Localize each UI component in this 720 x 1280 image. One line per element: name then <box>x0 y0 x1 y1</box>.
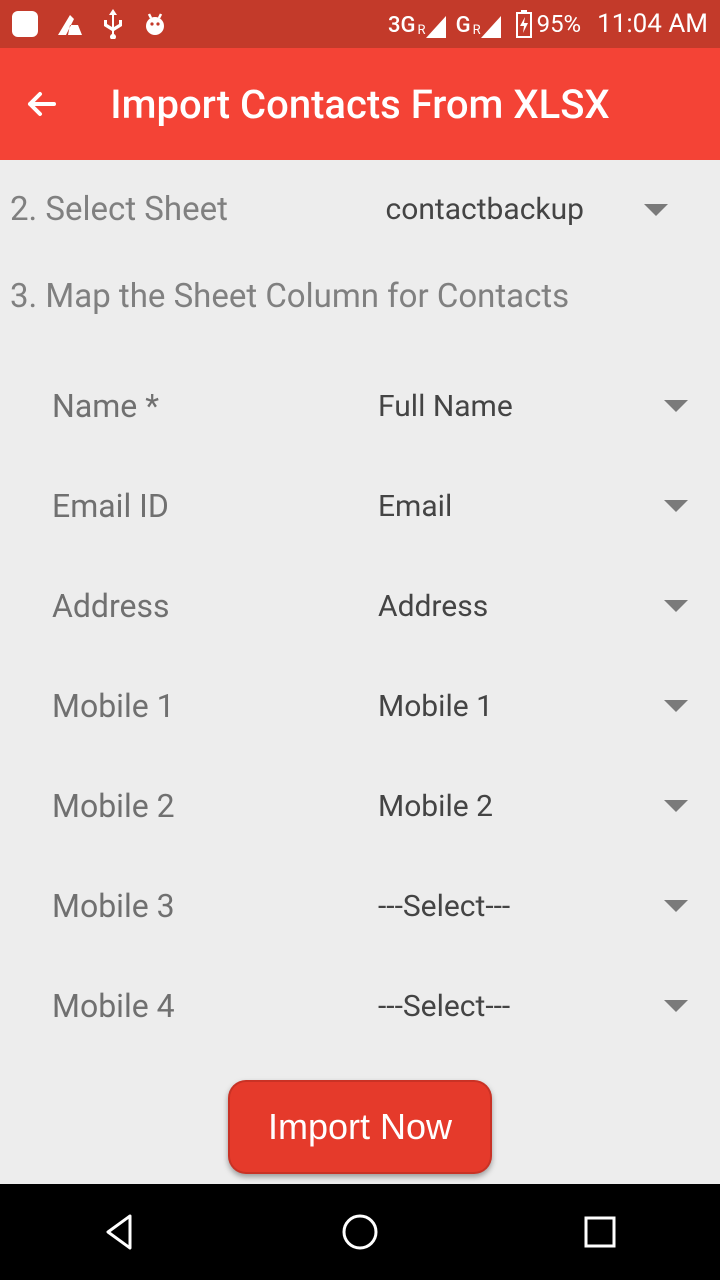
map-value-mobile4: ---Select--- <box>378 989 664 1024</box>
map-row-mobile4: Mobile 4 ---Select--- <box>10 956 710 1056</box>
debug-icon <box>142 10 168 38</box>
map-value-mobile3: ---Select--- <box>378 889 664 924</box>
status-left-icons <box>12 9 168 39</box>
battery-charging-icon <box>515 10 533 38</box>
battery: 95% <box>515 10 582 38</box>
map-label-email: Email ID <box>52 487 378 525</box>
signal-2: GR <box>456 10 501 38</box>
map-value-mobile1: Mobile 1 <box>378 689 664 724</box>
select-sheet-label: 2. Select Sheet <box>10 190 228 229</box>
map-value-name: Full Name <box>378 389 664 424</box>
signal-2-label: G <box>456 13 471 38</box>
nav-recent-button[interactable] <box>576 1208 624 1256</box>
map-select-mobile1[interactable]: Mobile 1 <box>378 689 710 724</box>
chevron-down-icon <box>664 400 688 412</box>
map-value-address: Address <box>378 589 664 624</box>
chevron-down-icon <box>664 700 688 712</box>
select-sheet-value: contactbackup <box>386 192 585 227</box>
map-row-address: Address Address <box>10 556 710 656</box>
triangle-back-icon <box>96 1208 144 1256</box>
page-title: Import Contacts From XLSX <box>20 81 700 128</box>
map-value-email: Email <box>378 489 664 524</box>
map-select-address[interactable]: Address <box>378 589 710 624</box>
map-label-mobile3: Mobile 3 <box>52 887 378 925</box>
signal-1-icon <box>426 16 446 38</box>
map-label-address: Address <box>52 587 378 625</box>
map-select-mobile2[interactable]: Mobile 2 <box>378 789 710 824</box>
signal-1-sup: R <box>418 23 426 38</box>
nav-back-button[interactable] <box>96 1208 144 1256</box>
status-right: 3GR GR 95% 11:04 AM <box>388 9 708 39</box>
signal-1: 3GR <box>388 10 446 38</box>
map-label-mobile1: Mobile 1 <box>52 687 378 725</box>
map-columns-heading: 3. Map the Sheet Column for Contacts <box>10 259 710 356</box>
chevron-down-icon <box>664 600 688 612</box>
status-time: 11:04 AM <box>597 9 708 39</box>
map-value-mobile2: Mobile 2 <box>378 789 664 824</box>
chevron-down-icon <box>664 500 688 512</box>
map-row-mobile1: Mobile 1 Mobile 1 <box>10 656 710 756</box>
select-sheet-row: 2. Select Sheet contactbackup <box>10 160 710 259</box>
map-row-email: Email ID Email <box>10 456 710 556</box>
system-nav-bar <box>0 1184 720 1280</box>
map-select-mobile3[interactable]: ---Select--- <box>378 889 710 924</box>
app-bar: Import Contacts From XLSX <box>0 48 720 160</box>
usb-icon <box>102 9 124 39</box>
map-row-name: Name * Full Name <box>10 356 710 456</box>
import-button-wrap: Import Now <box>10 1056 710 1192</box>
nav-home-button[interactable] <box>336 1208 384 1256</box>
content: 2. Select Sheet contactbackup 3. Map the… <box>0 160 720 1192</box>
app-indicator-icon <box>12 11 38 37</box>
chevron-down-icon <box>644 204 668 216</box>
battery-percent: 95% <box>537 10 582 38</box>
import-now-button[interactable]: Import Now <box>228 1080 492 1174</box>
map-label-mobile2: Mobile 2 <box>52 787 378 825</box>
map-row-mobile3: Mobile 3 ---Select--- <box>10 856 710 956</box>
map-select-email[interactable]: Email <box>378 489 710 524</box>
chevron-down-icon <box>664 800 688 812</box>
chevron-down-icon <box>664 900 688 912</box>
select-sheet-dropdown[interactable]: contactbackup <box>386 192 711 227</box>
signal-2-icon <box>481 16 501 38</box>
circle-home-icon <box>336 1208 384 1256</box>
map-label-name: Name * <box>52 387 378 425</box>
signal-2-sup: R <box>473 23 481 38</box>
map-row-mobile2: Mobile 2 Mobile 2 <box>10 756 710 856</box>
chevron-down-icon <box>664 1000 688 1012</box>
map-select-name[interactable]: Full Name <box>378 389 710 424</box>
signal-1-label: 3G <box>388 13 416 38</box>
status-bar: 3GR GR 95% 11:04 AM <box>0 0 720 48</box>
cleaner-icon <box>56 11 84 37</box>
map-label-mobile4: Mobile 4 <box>52 987 378 1025</box>
map-select-mobile4[interactable]: ---Select--- <box>378 989 710 1024</box>
square-recent-icon <box>576 1208 624 1256</box>
